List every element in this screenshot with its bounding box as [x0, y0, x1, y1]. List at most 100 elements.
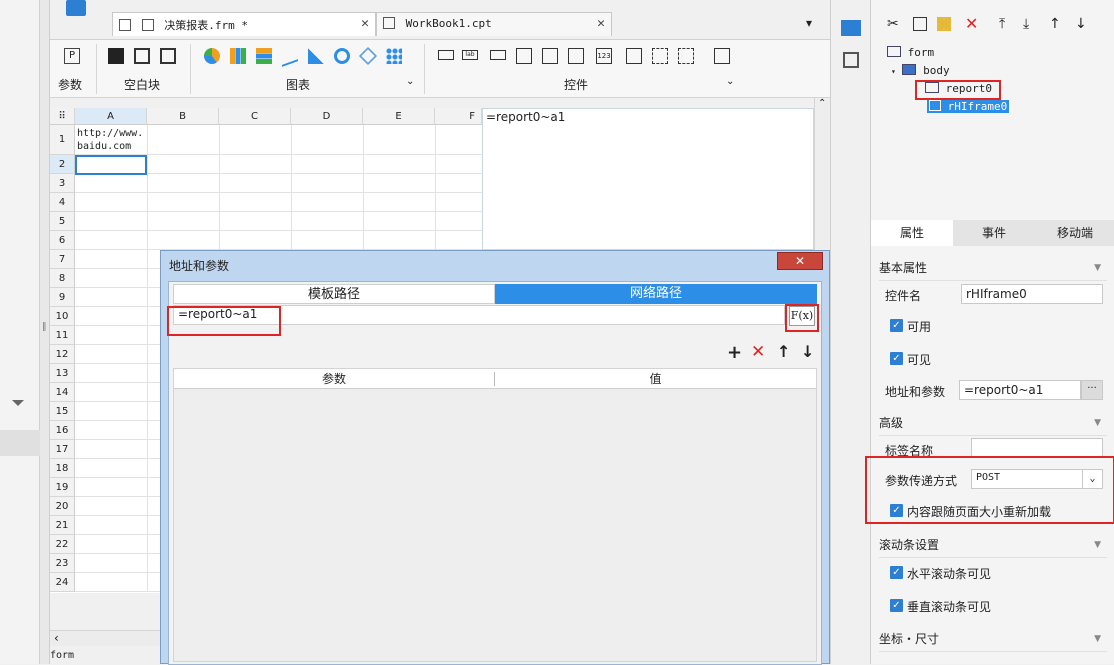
delete-icon[interactable]: ✕: [751, 342, 765, 362]
search-widget-icon[interactable]: [714, 48, 730, 64]
row-header[interactable]: 5: [50, 212, 75, 231]
scroll-up-icon[interactable]: ⌃: [818, 98, 826, 109]
home-icon[interactable]: [66, 0, 86, 16]
button-widget-icon[interactable]: [438, 50, 454, 60]
address-input[interactable]: =report0~a1: [959, 380, 1081, 400]
param-table[interactable]: 参数 值: [173, 368, 817, 662]
tag-input[interactable]: [971, 438, 1103, 458]
area-chart-icon[interactable]: [308, 48, 324, 64]
text-widget-icon[interactable]: [490, 50, 506, 60]
row-header[interactable]: 18: [50, 459, 75, 478]
row-header[interactable]: 14: [50, 383, 75, 402]
horizontal-bar-chart-icon[interactable]: [256, 48, 272, 64]
select-all-corner[interactable]: ⠿: [50, 108, 75, 125]
col-param[interactable]: 参数: [174, 369, 494, 389]
tab-block-icon[interactable]: [134, 48, 150, 64]
row-header[interactable]: 2: [50, 155, 75, 174]
tree-item-form[interactable]: form: [887, 46, 934, 59]
column-header-d[interactable]: D: [291, 108, 363, 125]
line-chart-icon[interactable]: [282, 45, 298, 67]
row-header[interactable]: 7: [50, 250, 75, 269]
close-button[interactable]: ✕: [777, 252, 823, 270]
combo-widget-icon[interactable]: [516, 48, 532, 64]
checkbox-widget-icon[interactable]: [678, 48, 694, 64]
row-header[interactable]: 4: [50, 193, 75, 212]
tab-workbook[interactable]: WorkBook1.cpt ✕: [376, 12, 612, 36]
bar-chart-icon[interactable]: [230, 48, 246, 64]
move-bottom-icon[interactable]: ⤓: [1023, 16, 1029, 32]
row-header[interactable]: 12: [50, 345, 75, 364]
selected-cell-a2[interactable]: [75, 155, 147, 175]
col-value[interactable]: 值: [495, 369, 816, 389]
row-header[interactable]: 22: [50, 535, 75, 554]
row-header[interactable]: 8: [50, 269, 75, 288]
hscroll-checkbox[interactable]: ✓: [890, 566, 903, 579]
scatter-chart-icon[interactable]: [386, 48, 402, 64]
row-header[interactable]: 21: [50, 516, 75, 535]
enabled-checkbox[interactable]: ✓: [890, 319, 903, 332]
collapse-arrow-icon[interactable]: [12, 400, 24, 406]
column-header-b[interactable]: B: [147, 108, 219, 125]
number-widget-icon[interactable]: 123: [596, 48, 612, 64]
section-scroll[interactable]: 滚动条设置 ▼: [879, 532, 1107, 558]
chevron-down-icon[interactable]: ⌄: [726, 76, 734, 87]
tab-decision-report[interactable]: 决策报表.frm * ✕: [112, 12, 376, 36]
vscroll-checkbox[interactable]: ✓: [890, 599, 903, 612]
column-header-f[interactable]: F: [435, 108, 482, 125]
move-top-icon[interactable]: ⤒: [999, 16, 1005, 32]
row-header[interactable]: 9: [50, 288, 75, 307]
row-header[interactable]: 19: [50, 478, 75, 497]
row-header[interactable]: 1: [50, 125, 75, 155]
widget-settings-icon[interactable]: [841, 20, 861, 36]
row-header[interactable]: 10: [50, 307, 75, 326]
row-header[interactable]: 13: [50, 364, 75, 383]
pie-chart-icon[interactable]: [204, 48, 220, 64]
close-icon[interactable]: ✕: [597, 16, 605, 31]
row-header[interactable]: 6: [50, 231, 75, 250]
scroll-left-icon[interactable]: ‹: [54, 631, 59, 645]
expand-icon[interactable]: ▾: [891, 67, 896, 76]
tab-properties[interactable]: 属性: [871, 220, 953, 246]
move-up-icon[interactable]: ↑: [777, 342, 790, 361]
tab-menu-icon[interactable]: ▾: [806, 16, 812, 30]
tab-mobile[interactable]: 移动端: [1035, 220, 1114, 246]
row-header[interactable]: 11: [50, 326, 75, 345]
add-icon[interactable]: +: [727, 342, 742, 363]
chevron-down-icon[interactable]: ⌄: [1082, 470, 1102, 488]
row-header[interactable]: 16: [50, 421, 75, 440]
row-header[interactable]: 3: [50, 174, 75, 193]
close-icon[interactable]: ✕: [361, 16, 369, 31]
tab-events[interactable]: 事件: [953, 220, 1035, 246]
component-list-icon[interactable]: [843, 52, 859, 68]
move-down-icon[interactable]: ↓: [1075, 16, 1087, 32]
date-widget-icon[interactable]: [542, 48, 558, 64]
textarea-widget-icon[interactable]: [626, 48, 642, 64]
copy-icon[interactable]: [913, 17, 927, 31]
column-header-e[interactable]: E: [363, 108, 435, 125]
reload-checkbox[interactable]: ✓: [890, 504, 903, 517]
method-select[interactable]: POST ⌄: [971, 469, 1103, 489]
cell-a1[interactable]: http://www.baidu.com: [77, 127, 147, 153]
gauge-chart-icon[interactable]: [334, 48, 350, 64]
section-coord[interactable]: 坐标・尺寸 ▼: [879, 626, 1107, 652]
left-splitter[interactable]: ‖: [40, 0, 50, 664]
table-widget-icon[interactable]: [568, 48, 584, 64]
move-up-icon[interactable]: ↑: [1049, 16, 1061, 32]
section-basic[interactable]: 基本属性 ▼: [879, 255, 1107, 281]
tab-network-path[interactable]: 网络路径: [495, 284, 817, 304]
row-header[interactable]: 15: [50, 402, 75, 421]
chevron-down-icon[interactable]: ⌄: [406, 76, 414, 87]
name-input[interactable]: rHIframe0: [961, 284, 1103, 304]
absolute-block-icon[interactable]: [160, 48, 176, 64]
label-widget-icon[interactable]: lab: [462, 50, 478, 60]
left-panel-selected-row[interactable]: [0, 430, 40, 456]
tree-item-rhiframe0[interactable]: rHIframe0: [927, 100, 1010, 113]
row-header[interactable]: 20: [50, 497, 75, 516]
iframe-preview[interactable]: =report0~a1: [482, 108, 814, 250]
delete-icon[interactable]: ✕: [965, 14, 978, 33]
paste-icon[interactable]: [937, 17, 951, 31]
row-header[interactable]: 17: [50, 440, 75, 459]
tree-item-body[interactable]: ▾ body: [891, 64, 950, 77]
row-header[interactable]: 24: [50, 573, 75, 592]
section-advanced[interactable]: 高级 ▼: [879, 410, 1107, 436]
